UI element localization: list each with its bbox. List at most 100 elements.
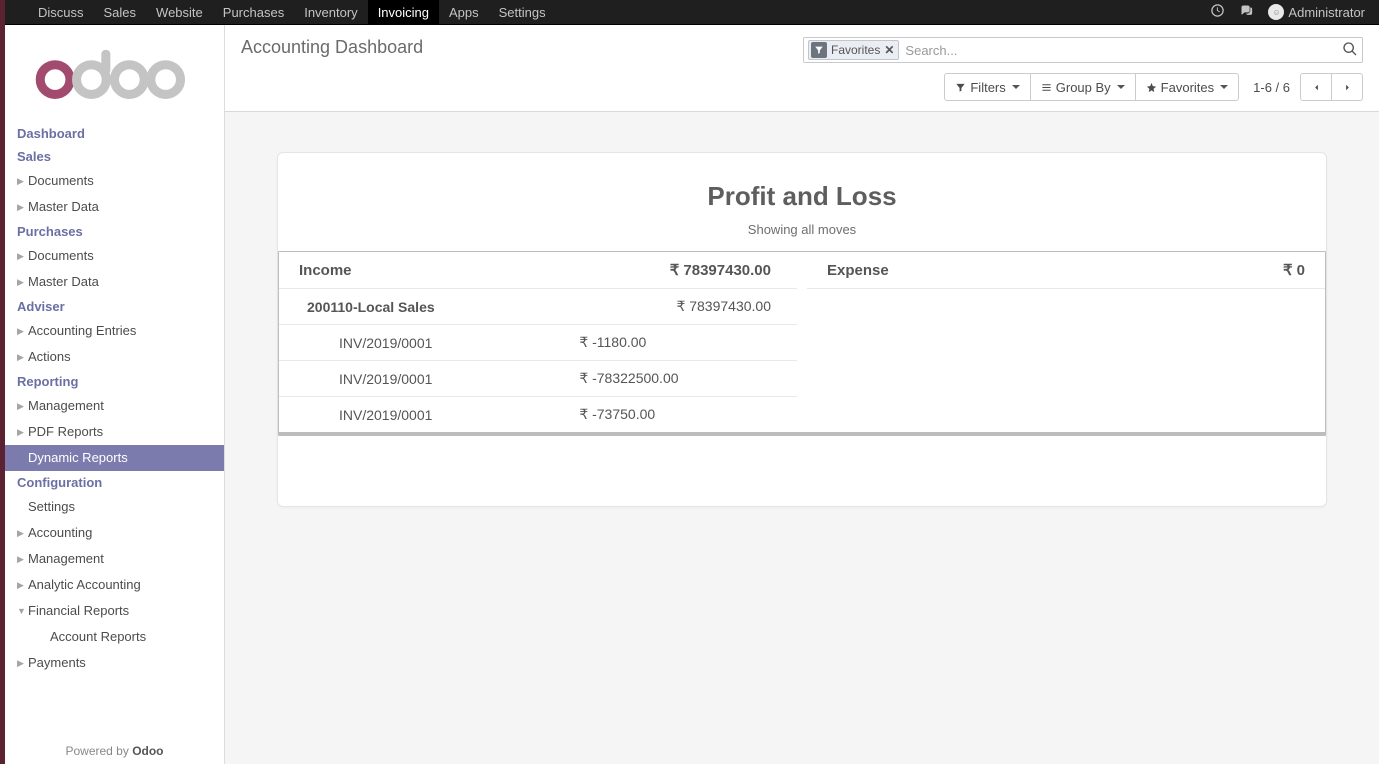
activity-icon[interactable] (1210, 3, 1225, 21)
search-box[interactable]: Favorites ✕ (803, 37, 1363, 63)
groupby-label: Group By (1056, 80, 1111, 95)
powered-by-prefix: Powered by (65, 744, 132, 758)
topnav-item-sales[interactable]: Sales (94, 0, 147, 25)
nav-item-analytic-accounting[interactable]: ▶Analytic Accounting (5, 572, 224, 598)
search-input[interactable] (899, 43, 1338, 58)
nav-header-purchases[interactable]: Purchases (5, 220, 224, 243)
topnav-item-purchases[interactable]: Purchases (213, 0, 294, 25)
expense-column: Expense₹ 0 (807, 252, 1325, 432)
sidebar-nav: DashboardSales▶Documents▶Master DataPurc… (5, 122, 224, 676)
nav-item-dynamic-reports[interactable]: Dynamic Reports (5, 445, 224, 471)
chevron-down-icon (1012, 85, 1020, 89)
pager-text[interactable]: 1-6 / 6 (1253, 80, 1290, 95)
nav-item-documents[interactable]: ▶Documents (5, 243, 224, 269)
nav-item-label: Accounting Entries (28, 322, 136, 340)
nav-item-master-data[interactable]: ▶Master Data (5, 194, 224, 220)
chevron-down-icon (1220, 85, 1228, 89)
report-card: Profit and Loss Showing all moves Income… (277, 152, 1327, 507)
powered-by-brand[interactable]: Odoo (132, 744, 163, 758)
nav-header-adviser[interactable]: Adviser (5, 295, 224, 318)
invoice-ref: INV/2019/0001 (279, 361, 579, 397)
caret-icon: ▶ (17, 524, 26, 542)
income-table: Income₹ 78397430.00200110-Local Sales₹ 7… (279, 252, 797, 432)
table-row[interactable]: 200110-Local Sales₹ 78397430.00 (279, 289, 797, 325)
nav-item-label: Management (28, 550, 104, 568)
favorites-button[interactable]: Favorites (1135, 73, 1239, 101)
pager-prev-button[interactable] (1300, 73, 1332, 101)
user-menu[interactable]: ☺ Administrator (1268, 4, 1365, 20)
topnav-item-settings[interactable]: Settings (489, 0, 556, 25)
caret-icon: ▶ (17, 198, 26, 216)
table-row[interactable]: INV/2019/0001₹ -73750.00 (279, 397, 797, 433)
caret-icon: ▶ (17, 273, 26, 291)
caret-icon: ▶ (17, 348, 26, 366)
chat-icon[interactable] (1239, 3, 1254, 21)
caret-icon: ▶ (17, 423, 26, 441)
topnav-item-discuss[interactable]: Discuss (28, 0, 94, 25)
expense-label: Expense (807, 252, 1129, 289)
table-row[interactable]: Expense₹ 0 (807, 252, 1325, 289)
topnav-item-inventory[interactable]: Inventory (294, 0, 367, 25)
caret-icon: ▶ (17, 247, 26, 265)
nav-item-actions[interactable]: ▶Actions (5, 344, 224, 370)
caret-icon: ▶ (17, 550, 26, 568)
nav-item-label: PDF Reports (28, 423, 103, 441)
nav-item-settings[interactable]: Settings (5, 494, 224, 520)
user-name: Administrator (1288, 5, 1365, 20)
nav-item-payments[interactable]: ▶Payments (5, 650, 224, 676)
logo[interactable] (5, 25, 224, 122)
pager-next-button[interactable] (1331, 73, 1363, 101)
nav-header-configuration[interactable]: Configuration (5, 471, 224, 494)
income-group-label: 200110-Local Sales (279, 289, 579, 325)
search-icon[interactable] (1342, 41, 1358, 60)
groupby-button[interactable]: Group By (1030, 73, 1136, 101)
nav-item-label: Documents (28, 247, 94, 265)
nav-item-account-reports[interactable]: Account Reports (5, 624, 224, 650)
invoice-amount: ₹ -73750.00 (579, 397, 797, 433)
invoice-ref: INV/2019/0001 (279, 397, 579, 433)
nav-item-pdf-reports[interactable]: ▶PDF Reports (5, 419, 224, 445)
income-group-total: ₹ 78397430.00 (579, 289, 797, 325)
list-icon (1041, 82, 1052, 93)
caret-icon: ▶ (17, 172, 26, 190)
topnav-item-apps[interactable]: Apps (439, 0, 489, 25)
caret-icon: ▶ (17, 654, 26, 672)
funnel-icon (811, 42, 827, 58)
nav-header-dashboard[interactable]: Dashboard (5, 122, 224, 145)
nav-item-label: Settings (28, 498, 75, 516)
invoice-ref: INV/2019/0001 (279, 325, 579, 361)
expense-table: Expense₹ 0 (807, 252, 1325, 289)
content-area: Accounting Dashboard Favorites ✕ (225, 25, 1379, 764)
nav-header-sales[interactable]: Sales (5, 145, 224, 168)
invoice-amount: ₹ -78322500.00 (579, 361, 797, 397)
top-navbar: DiscussSalesWebsitePurchasesInventoryInv… (0, 0, 1379, 25)
close-icon[interactable]: ✕ (884, 43, 894, 57)
sidebar: DashboardSales▶Documents▶Master DataPurc… (5, 25, 225, 764)
chevron-right-icon (1342, 82, 1353, 93)
nav-item-master-data[interactable]: ▶Master Data (5, 269, 224, 295)
topnav-item-invoicing[interactable]: Invoicing (368, 0, 439, 25)
table-row[interactable]: INV/2019/0001₹ -78322500.00 (279, 361, 797, 397)
invoice-amount: ₹ -1180.00 (579, 325, 797, 361)
nav-item-accounting[interactable]: ▶Accounting (5, 520, 224, 546)
search-facet-favorites[interactable]: Favorites ✕ (808, 40, 899, 60)
favorites-label: Favorites (1161, 80, 1214, 95)
table-row[interactable]: INV/2019/0001₹ -1180.00 (279, 325, 797, 361)
nav-item-label: Account Reports (50, 628, 146, 646)
nav-item-management[interactable]: ▶Management (5, 393, 224, 419)
report-title: Profit and Loss (278, 181, 1326, 212)
table-row[interactable]: Income₹ 78397430.00 (279, 252, 797, 289)
filters-button[interactable]: Filters (944, 73, 1030, 101)
control-panel: Accounting Dashboard Favorites ✕ (225, 25, 1379, 112)
nav-item-accounting-entries[interactable]: ▶Accounting Entries (5, 318, 224, 344)
expense-total: ₹ 0 (1129, 252, 1325, 289)
nav-item-financial-reports[interactable]: ▼Financial Reports (5, 598, 224, 624)
topnav-item-website[interactable]: Website (146, 0, 213, 25)
filters-label: Filters (970, 80, 1005, 95)
nav-item-label: Analytic Accounting (28, 576, 141, 594)
nav-header-reporting[interactable]: Reporting (5, 370, 224, 393)
nav-item-management[interactable]: ▶Management (5, 546, 224, 572)
income-column: Income₹ 78397430.00200110-Local Sales₹ 7… (279, 252, 797, 432)
nav-item-label: Documents (28, 172, 94, 190)
nav-item-documents[interactable]: ▶Documents (5, 168, 224, 194)
